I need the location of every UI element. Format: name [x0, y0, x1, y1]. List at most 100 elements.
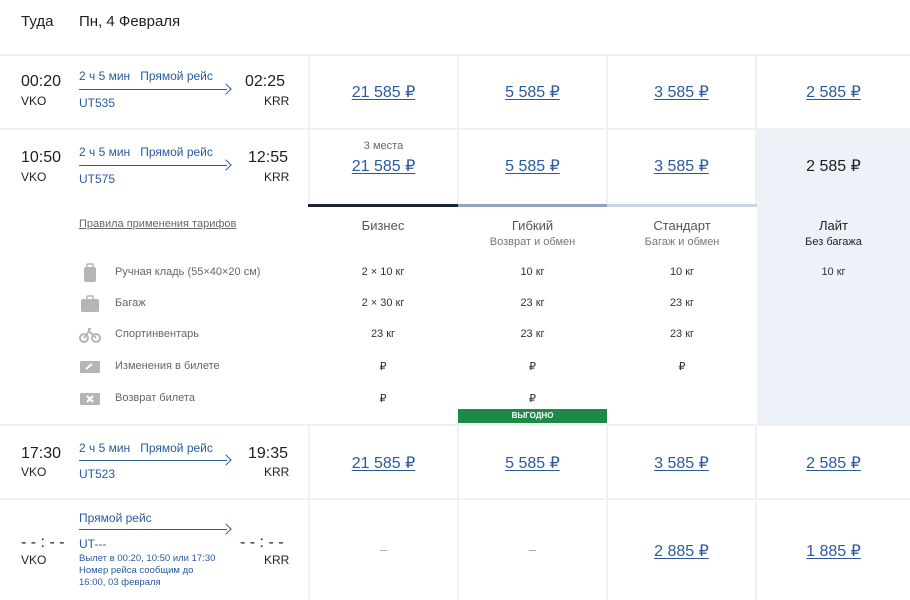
fare-price[interactable]: 2 885 ₽: [608, 541, 755, 561]
tariff-column-standard[interactable]: Стандарт Багаж и обмен 10 кг 23 кг 23 кг…: [607, 204, 757, 424]
fare-price[interactable]: 2 585 ₽: [757, 82, 910, 102]
fare-cell-lite[interactable]: 1 885 ₽: [757, 500, 910, 600]
flight-row: - - : - - VKO Прямой рейс UT--- Вылет в …: [0, 500, 910, 600]
fare-price[interactable]: 21 585 ₽: [310, 156, 457, 176]
flight-note: Номер рейса сообщим до: [79, 565, 194, 576]
tariff-value: 23 кг: [669, 328, 695, 340]
tariff-value: ₽: [379, 361, 387, 373]
departure-airport: VKO: [21, 170, 47, 184]
arrival-time: - - : - -: [240, 534, 284, 551]
arrival-time: 12:55: [248, 149, 289, 166]
fare-cell-flex[interactable]: 5 585 ₽: [459, 426, 606, 498]
fare-cell-lite[interactable]: 2 585 ₽: [757, 56, 910, 128]
fare-price[interactable]: 5 585 ₽: [459, 156, 606, 176]
feature-ticket-change: Изменения в билете: [79, 357, 308, 377]
flight-code: UT---: [79, 537, 107, 551]
route-arrow-icon: [79, 159, 232, 171]
flight-info[interactable]: 10:50 VKO 2 ч 5 мин Прямой рейс UT575 12…: [0, 130, 308, 204]
tariff-value: ₽: [529, 361, 536, 373]
departure-time: 00:20: [21, 73, 62, 90]
best-deal-badge: ВЫГОДНО: [458, 409, 607, 423]
fare-price[interactable]: 3 585 ₽: [608, 156, 755, 176]
route-arrow-icon: [79, 454, 232, 466]
fare-unavailable: –: [528, 542, 537, 557]
departure-time: 10:50: [21, 149, 62, 166]
flight-note: 16:00, 03 февраля: [79, 577, 161, 588]
arrival-airport: KRR: [264, 170, 290, 184]
flight-row: 17:30 VKO 2 ч 5 мин Прямой рейс UT523 19…: [0, 426, 910, 498]
flight-code: UT575: [79, 172, 116, 186]
tariff-value: 10 кг: [821, 266, 846, 278]
tariff-value: 23 кг: [520, 328, 545, 340]
fare-cell-lite-selected[interactable]: 2 585 ₽: [757, 130, 910, 204]
fare-cell-flex[interactable]: 5 585 ₽: [459, 56, 606, 128]
tariff-value: 2 × 10 кг: [361, 266, 405, 278]
tariff-features: Правила применения тарифов Ручная кладь …: [0, 204, 308, 424]
fare-cell-flex[interactable]: 5 585 ₽: [459, 130, 606, 204]
flight-duration: 2 ч 5 мин Прямой рейс: [79, 145, 213, 159]
seats-left: 3 места: [363, 140, 404, 152]
fare-cell-business[interactable]: 3 места 21 585 ₽: [310, 130, 457, 204]
fare-cell-business[interactable]: 21 585 ₽: [310, 426, 457, 498]
fare-price[interactable]: 3 585 ₽: [608, 82, 755, 102]
tariff-bar: [308, 204, 458, 207]
tariff-bar: [607, 204, 757, 207]
departure-airport: VKO: [21, 94, 47, 108]
fare-cell-flex: –: [459, 500, 606, 600]
tariff-column-business[interactable]: Бизнес 2 × 10 кг 2 × 30 кг 23 кг ₽ ₽: [308, 204, 458, 424]
tariff-name: Стандарт: [653, 218, 711, 233]
fare-price[interactable]: 21 585 ₽: [310, 453, 457, 473]
flight-code: UT523: [79, 467, 116, 481]
tariff-column-flex[interactable]: Гибкий Возврат и обмен 10 кг 23 кг 23 кг…: [458, 204, 607, 424]
fare-price[interactable]: 2 585 ₽: [757, 156, 910, 176]
flight-note: Вылет в 00:20, 10:50 или 17:30: [79, 553, 216, 564]
flight-info[interactable]: 00:20 VKO 2 ч 5 мин Прямой рейс UT535 02…: [0, 56, 308, 128]
tariff-value: ₽: [678, 361, 686, 373]
tariff-value: ₽: [529, 393, 536, 405]
fare-price[interactable]: 5 585 ₽: [459, 82, 606, 102]
tariff-value: 23 кг: [520, 297, 545, 309]
fare-cell-standard[interactable]: 3 585 ₽: [608, 426, 755, 498]
tariff-name: Гибкий: [511, 218, 554, 233]
feature-baggage: Багаж: [79, 294, 308, 314]
flight-code: UT535: [79, 96, 116, 110]
tariff-subtitle: Без багажа: [805, 236, 862, 248]
fare-price[interactable]: 2 585 ₽: [757, 453, 910, 473]
fare-price[interactable]: 5 585 ₽: [459, 453, 606, 473]
fare-price[interactable]: 21 585 ₽: [310, 82, 457, 102]
feature-hand-luggage: Ручная кладь (55×40×20 см): [79, 263, 308, 283]
flight-info[interactable]: - - : - - VKO Прямой рейс UT--- Вылет в …: [0, 500, 308, 600]
hand-luggage-icon: [84, 263, 96, 282]
departure-time: - - : - -: [21, 534, 65, 551]
arrival-airport: KRR: [264, 553, 290, 567]
tariff-rules-link[interactable]: Правила применения тарифов: [79, 218, 236, 230]
direction-label: Туда: [21, 13, 54, 30]
tariff-subtitle: Возврат и обмен: [489, 236, 576, 248]
flight-info[interactable]: 17:30 VKO 2 ч 5 мин Прямой рейс UT523 19…: [0, 426, 308, 498]
tariff-column-lite[interactable]: Лайт Без багажа 10 кг: [757, 204, 910, 424]
departure-time: 17:30: [21, 445, 62, 462]
tariff-subtitle: Багаж и обмен: [644, 236, 720, 248]
suitcase-icon: [81, 295, 99, 312]
fare-cell-business[interactable]: 21 585 ₽: [310, 56, 457, 128]
tariff-value: 10 кг: [669, 266, 695, 278]
fare-cell-standard[interactable]: 3 585 ₽: [608, 130, 755, 204]
flight-type: Прямой рейс: [79, 511, 152, 525]
tariff-name: Бизнес: [361, 218, 405, 233]
tariff-value: 10 кг: [520, 266, 545, 278]
fare-price[interactable]: 1 885 ₽: [757, 541, 910, 561]
departure-airport: VKO: [21, 465, 47, 479]
ticket-refund-icon: [80, 393, 100, 405]
bicycle-icon: [79, 328, 101, 343]
fare-cell-standard[interactable]: 2 885 ₽: [608, 500, 755, 600]
fare-cell-lite[interactable]: 2 585 ₽: [757, 426, 910, 498]
arrival-airport: KRR: [264, 465, 290, 479]
tariff-value: ₽: [379, 393, 387, 405]
fare-price[interactable]: 3 585 ₽: [608, 453, 755, 473]
arrival-time: 02:25: [245, 73, 286, 90]
flight-duration: 2 ч 5 мин Прямой рейс: [79, 441, 213, 455]
tariff-value: 2 × 30 кг: [361, 297, 405, 309]
fare-cell-standard[interactable]: 3 585 ₽: [608, 56, 755, 128]
fare-cell-business: –: [310, 500, 457, 600]
flight-duration: 2 ч 5 мин Прямой рейс: [79, 69, 213, 83]
